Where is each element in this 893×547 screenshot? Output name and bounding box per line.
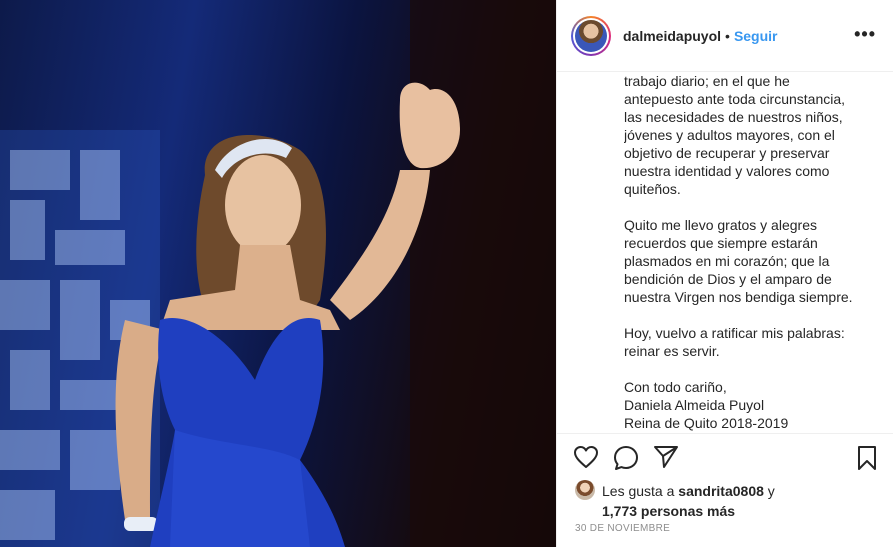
share-icon[interactable]	[653, 445, 679, 474]
caption-paragraph: Quito me llevo gratos y alegres recuerdo…	[624, 217, 853, 305]
avatar[interactable]	[571, 15, 611, 56]
avatar-image	[575, 19, 607, 52]
post-panel: dalmeidapuyol • Seguir ••• trabajo diari…	[556, 0, 893, 547]
post-photo[interactable]	[0, 0, 556, 547]
caption-paragraph: trabajo diario; en el que he antepuesto …	[624, 73, 846, 197]
likes-summary: Les gusta a sandrita0808 y 1,773 persona…	[575, 480, 775, 521]
post-caption: trabajo diario; en el que he antepuesto …	[624, 72, 886, 434]
likes-count-link[interactable]: 1,773 personas más	[602, 503, 735, 519]
photo-illustration	[0, 0, 556, 547]
likes-text: Les gusta a sandrita0808 y 1,773 persona…	[602, 483, 775, 519]
post-header: dalmeidapuyol • Seguir •••	[557, 0, 893, 72]
comment-icon[interactable]	[613, 445, 639, 476]
heart-icon[interactable]	[573, 445, 599, 474]
liker-username-link[interactable]: sandrita0808	[678, 483, 764, 499]
more-options-icon[interactable]: •••	[854, 24, 876, 45]
action-bar: Les gusta a sandrita0808 y 1,773 persona…	[557, 433, 893, 547]
follow-button[interactable]: Seguir	[734, 28, 778, 44]
username-link[interactable]: dalmeidapuyol	[623, 28, 721, 44]
liker-avatar[interactable]	[575, 480, 595, 500]
caption-paragraph: Con todo cariño, Daniela Almeida Puyol R…	[624, 379, 789, 431]
separator-dot: •	[725, 27, 730, 44]
caption-paragraph: Hoy, vuelvo a ratificar mis palabras: re…	[624, 325, 845, 359]
bookmark-icon[interactable]	[856, 445, 878, 476]
post-date[interactable]: 30 DE NOVIEMBRE	[575, 523, 670, 534]
